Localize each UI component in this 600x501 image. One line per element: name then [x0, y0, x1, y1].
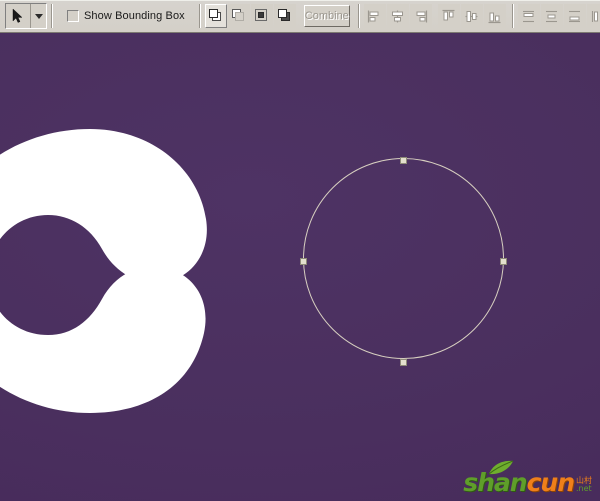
- align-vertical-group: [437, 4, 506, 28]
- chevron-down-icon: [34, 13, 43, 19]
- anchor-handle-right[interactable]: [500, 258, 507, 265]
- show-bounding-box-checkbox[interactable]: Show Bounding Box: [67, 10, 185, 22]
- align-left-button[interactable]: [363, 4, 386, 28]
- align-left-icon: [367, 9, 382, 24]
- align-right-button[interactable]: [409, 4, 432, 28]
- align-top-button[interactable]: [437, 4, 460, 28]
- cursor-arrow-icon: [12, 8, 24, 24]
- align-center-button[interactable]: [386, 4, 409, 28]
- distribute-top-icon: [521, 9, 536, 24]
- selection-tool-button[interactable]: [6, 4, 31, 28]
- watermark-domain: .net: [576, 484, 592, 493]
- shape-subtract-button[interactable]: [227, 4, 250, 28]
- toolbar-divider: [51, 4, 53, 28]
- distribute-group: [517, 4, 600, 28]
- align-top-icon: [441, 9, 456, 24]
- control-toolbar: Show Bounding Box Combine: [0, 0, 600, 33]
- shape-exclude-button[interactable]: [273, 4, 296, 28]
- shape-intersect-button[interactable]: [250, 4, 273, 28]
- align-middle-icon: [464, 9, 479, 24]
- watermark-text-cun: cun: [526, 468, 575, 497]
- align-bottom-icon: [487, 9, 502, 24]
- shape-exclude-icon: [277, 8, 293, 24]
- toolbar-divider: [511, 4, 514, 28]
- align-center-icon: [390, 9, 405, 24]
- ellipse-path[interactable]: [303, 158, 504, 359]
- align-middle-button[interactable]: [460, 4, 483, 28]
- watermark-wordmark: shan cun: [463, 468, 575, 497]
- distribute-left-icon: [590, 9, 600, 24]
- align-right-icon: [413, 9, 428, 24]
- anchor-handle-left[interactable]: [300, 258, 307, 265]
- distribute-left-button[interactable]: [586, 4, 600, 28]
- letter-c-shape[interactable]: [0, 123, 215, 413]
- watermark-sub: 山村 .net: [576, 477, 592, 493]
- shape-unite-button[interactable]: [204, 4, 227, 28]
- leaf-icon: [485, 460, 515, 476]
- anchor-handle-bottom[interactable]: [400, 359, 407, 366]
- pathfinder-group: [204, 4, 296, 28]
- distribute-bottom-button[interactable]: [563, 4, 586, 28]
- combine-button-label: Combine: [304, 10, 349, 22]
- toolbar-divider: [198, 4, 201, 28]
- tool-dropdown-button[interactable]: [31, 4, 46, 28]
- distribute-bottom-icon: [567, 9, 582, 24]
- toolbar-divider: [357, 4, 360, 28]
- distribute-middle-icon: [544, 9, 559, 24]
- application-window: Show Bounding Box Combine shan cun 山村 .n…: [0, 0, 600, 501]
- distribute-top-button[interactable]: [517, 4, 540, 28]
- artboard-canvas[interactable]: shan cun 山村 .net: [0, 33, 600, 501]
- show-bounding-box-label: Show Bounding Box: [84, 10, 185, 22]
- anchor-handle-top[interactable]: [400, 157, 407, 164]
- shape-subtract-icon: [231, 8, 247, 24]
- tool-selector-group: [5, 3, 47, 29]
- align-horizontal-group: [363, 4, 432, 28]
- shape-intersect-icon: [254, 8, 270, 24]
- shape-unite-icon: [208, 8, 224, 24]
- watermark: shan cun 山村 .net: [463, 460, 592, 497]
- align-bottom-button[interactable]: [483, 4, 506, 28]
- checkbox-box-icon: [67, 10, 79, 22]
- distribute-middle-button[interactable]: [540, 4, 563, 28]
- combine-button[interactable]: Combine: [303, 5, 350, 27]
